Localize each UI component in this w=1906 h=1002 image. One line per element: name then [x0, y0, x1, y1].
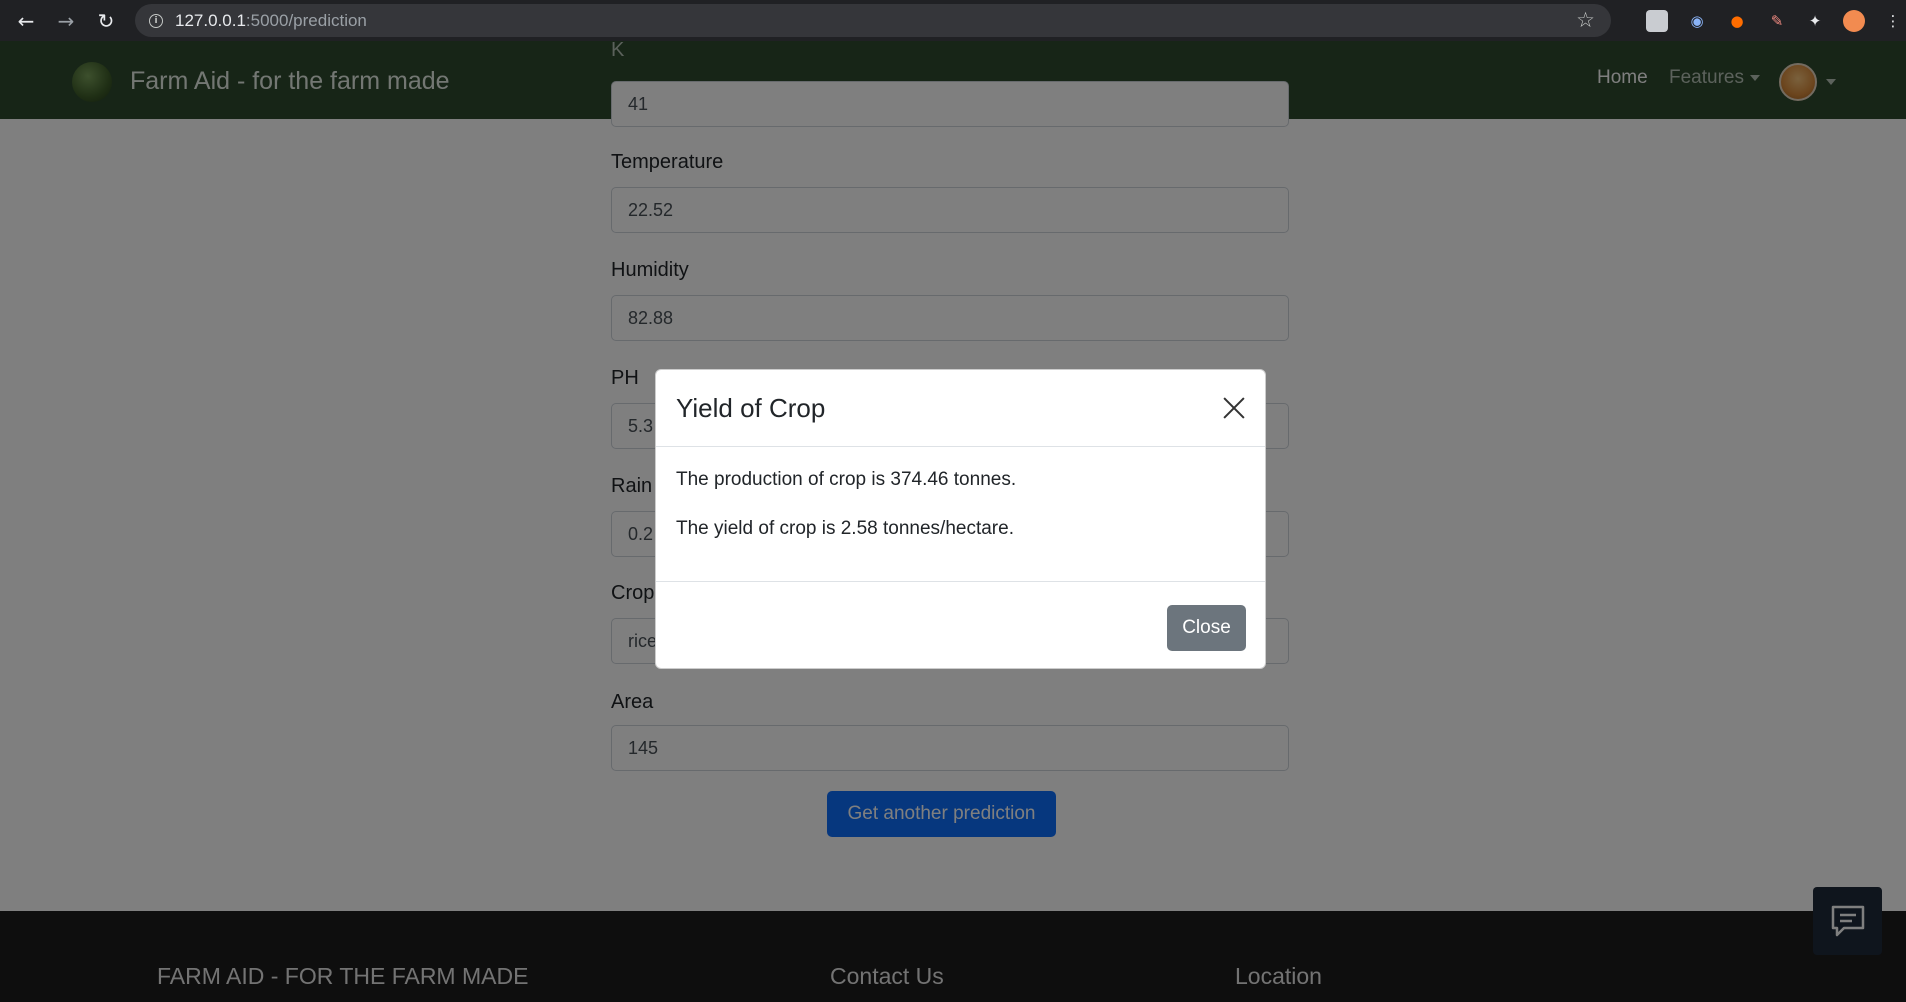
- profile-icon[interactable]: [1843, 10, 1865, 32]
- extension-icon-2[interactable]: ◉: [1686, 10, 1708, 32]
- production-text: The production of crop is 374.46 tonnes.: [676, 469, 1017, 490]
- url-host: 127.0.0.1: [175, 10, 246, 30]
- bookmark-star-icon[interactable]: ☆: [1576, 8, 1595, 32]
- reload-icon[interactable]: ↻: [86, 0, 126, 41]
- browser-toolbar: ← → ↻ i 127.0.0.1:5000/prediction ☆ ◉ ● …: [0, 0, 1906, 41]
- menu-kebab-icon[interactable]: ⋮: [1882, 10, 1904, 32]
- close-button[interactable]: Close: [1167, 605, 1246, 651]
- extension-icon-1[interactable]: [1646, 10, 1668, 32]
- forward-icon[interactable]: →: [46, 0, 86, 41]
- page: Farm Aid - for the farm made Home Featur…: [0, 41, 1906, 1002]
- close-icon[interactable]: [1221, 394, 1247, 420]
- extension-icon-3[interactable]: ●: [1726, 10, 1748, 32]
- modal-title: Yield of Crop: [676, 393, 826, 423]
- extension-icon-4[interactable]: ✎: [1766, 10, 1788, 32]
- yield-modal: Yield of Crop The production of crop is …: [655, 369, 1266, 669]
- address-bar[interactable]: i 127.0.0.1:5000/prediction ☆: [135, 4, 1611, 37]
- url-path: :5000/prediction: [245, 10, 367, 30]
- yield-text: The yield of crop is 2.58 tonnes/hectare…: [676, 518, 1014, 539]
- back-icon[interactable]: ←: [6, 0, 46, 41]
- site-info-icon[interactable]: i: [149, 13, 163, 28]
- puzzle-icon[interactable]: ✦: [1804, 10, 1826, 32]
- modal-body: The production of crop is 374.46 tonnes.…: [656, 447, 1265, 582]
- modal-header: Yield of Crop: [656, 370, 1265, 447]
